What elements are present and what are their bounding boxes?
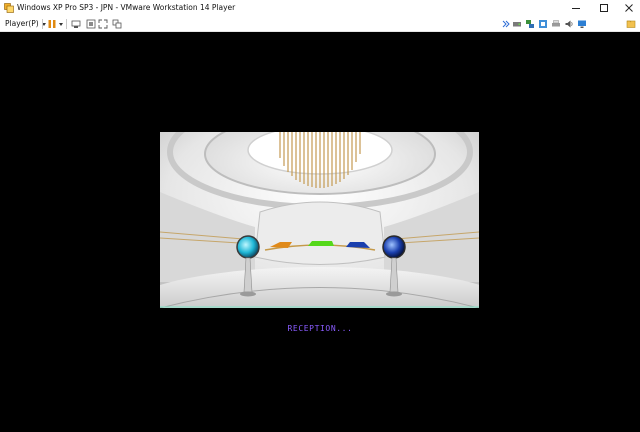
expand-arrow-icon[interactable] [501,19,511,29]
vmware-player-icon [4,3,14,13]
hard-disk-icon[interactable] [512,19,522,29]
player-toolbar: Player(P) [0,16,640,32]
unity-icon[interactable] [112,19,122,29]
fullscreen-icon[interactable] [98,19,108,29]
toolbar-divider [66,19,67,29]
maximize-icon [600,4,608,12]
minimize-icon [572,8,580,9]
close-button[interactable] [620,1,638,15]
send-ctrl-alt-del-icon[interactable] [71,19,81,29]
game-scene-reception-room [160,132,479,308]
pause-icon[interactable] [47,19,57,29]
window-title: Windows XP Pro SP3 - JPN - VMware Workst… [17,3,236,12]
display-icon[interactable] [577,19,587,29]
network-icon[interactable] [525,19,535,29]
maximize-button[interactable] [595,1,613,15]
toolbar-divider [42,19,43,29]
player-menu-label: Player(P) [5,19,39,28]
close-icon [625,4,633,12]
minimize-button[interactable] [567,1,585,15]
message-log-icon[interactable] [626,19,636,29]
sound-icon[interactable] [564,19,574,29]
player-menu[interactable]: Player(P) [5,18,46,30]
status-text: RECEPTION... [287,324,353,333]
removable-devices-icon[interactable] [86,19,96,29]
printer-icon[interactable] [551,19,561,29]
usb-icon[interactable] [538,19,548,29]
guest-display[interactable]: RECEPTION... [0,32,640,432]
title-bar: Windows XP Pro SP3 - JPN - VMware Workst… [0,0,640,16]
pause-menu-chevron-icon[interactable] [59,23,63,26]
